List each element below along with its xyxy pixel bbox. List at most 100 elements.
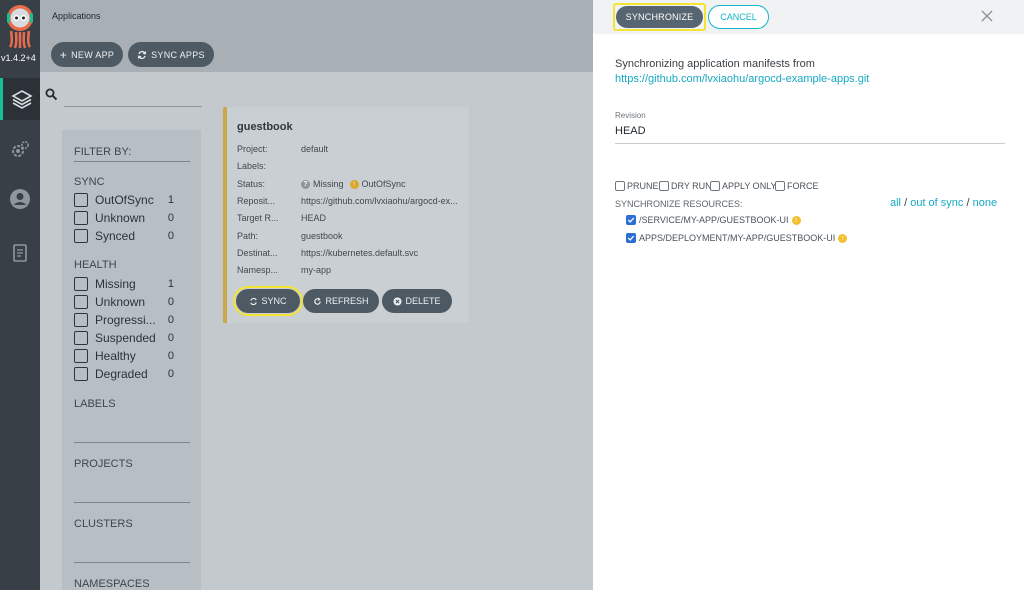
option-prune[interactable]: PRUNE (615, 181, 659, 191)
new-app-label: NEW APP (71, 49, 115, 60)
labels-filter-title: LABELS (74, 398, 116, 410)
option-label: DRY RUN (671, 181, 712, 191)
delete-icon (393, 296, 403, 306)
check-icon (627, 217, 635, 223)
checkbox[interactable] (74, 331, 88, 345)
nav-user[interactable] (0, 178, 40, 220)
missing-status-icon: ? (301, 179, 310, 189)
cancel-button[interactable]: CANCEL (708, 5, 769, 29)
row-value: guestbook (301, 231, 343, 241)
sync-label: SYNC (261, 296, 287, 306)
resource-deployment[interactable]: APPS/DEPLOYMENT/MY-APP/GUESTBOOK-UI ↑ (626, 233, 848, 243)
checkbox-checked[interactable] (626, 233, 636, 243)
row-value: ? Missing ↑ OutOfSync (301, 179, 471, 189)
select-none-link[interactable]: none (973, 197, 997, 209)
filter-label: Synced (95, 229, 136, 243)
filter-healthy[interactable]: Healthy 0 (74, 347, 174, 365)
checkbox[interactable] (74, 313, 88, 327)
row-key: Reposit... (237, 196, 276, 206)
checkbox[interactable] (74, 193, 88, 207)
checkbox[interactable] (74, 349, 88, 363)
projects-filter-input[interactable] (74, 502, 190, 503)
filter-unknown-sync[interactable]: Unknown 0 (74, 209, 174, 227)
filter-count: 0 (167, 368, 174, 380)
separator: / (966, 197, 970, 209)
option-dry-run[interactable]: DRY RUN (659, 181, 712, 191)
filter-heading: FILTER BY: (74, 146, 132, 158)
repo-url-link[interactable]: https://github.com/lvxiaohu/argocd-examp… (615, 73, 869, 85)
synchronize-button[interactable]: SYNCHRONIZE (616, 6, 703, 28)
resource-label: /SERVICE/MY-APP/GUESTBOOK-UI (639, 215, 789, 225)
delete-button[interactable]: DELETE (382, 289, 452, 313)
revision-underline (615, 143, 1005, 144)
select-all-link[interactable]: all (890, 197, 901, 209)
filter-label: Suspended (95, 331, 156, 345)
row-key: Namesp... (237, 265, 279, 275)
checkbox[interactable] (74, 211, 88, 225)
row-key: Status: (237, 179, 266, 189)
filter-count: 1 (167, 278, 174, 290)
row-value: https://kubernetes.default.svc (301, 248, 419, 258)
projects-filter-title: PROJECTS (74, 458, 133, 470)
filter-count: 0 (167, 350, 174, 362)
filter-label: Degraded (95, 367, 148, 381)
sync-button[interactable]: SYNC (233, 286, 303, 316)
select-out-of-sync-link[interactable]: out of sync (910, 197, 963, 209)
resource-selectors: all / out of sync / none (890, 197, 997, 209)
checkbox[interactable] (659, 181, 669, 191)
filter-unknown-health[interactable]: Unknown 0 (74, 293, 174, 311)
checkbox[interactable] (775, 181, 785, 191)
checkbox[interactable] (74, 277, 88, 291)
filter-label: Missing (95, 277, 136, 291)
resource-service[interactable]: /SERVICE/MY-APP/GUESTBOOK-UI ↑ (626, 215, 801, 225)
nav-applications[interactable] (0, 78, 40, 120)
applications-icon (10, 90, 33, 109)
checkbox[interactable] (74, 295, 88, 309)
filter-missing[interactable]: Missing 1 (74, 275, 174, 293)
filter-label: Healthy (95, 349, 136, 363)
revision-label: Revision (615, 111, 646, 120)
checkbox[interactable] (74, 367, 88, 381)
row-value: my-app (301, 265, 332, 275)
search-input[interactable] (64, 106, 202, 107)
labels-filter-input[interactable] (74, 442, 190, 443)
checkbox[interactable] (710, 181, 720, 191)
row-key: Labels: (237, 161, 267, 171)
sync-status: OutOfSync (361, 179, 406, 189)
nav-settings[interactable] (0, 129, 40, 171)
close-icon[interactable] (979, 8, 995, 24)
checkbox[interactable] (615, 181, 625, 191)
filter-count: 0 (167, 296, 174, 308)
filter-label: Progressi... (95, 313, 156, 327)
filter-outofsync[interactable]: OutOfSync 1 (74, 191, 174, 209)
new-app-button[interactable]: + NEW APP (51, 42, 123, 67)
out-of-sync-icon: ↑ (838, 233, 848, 243)
checkbox-checked[interactable] (626, 215, 636, 225)
settings-icon (12, 140, 30, 157)
refresh-button[interactable]: REFRESH (303, 289, 379, 313)
refresh-label: REFRESH (325, 296, 369, 306)
revision-input[interactable]: HEAD (615, 125, 646, 137)
row-key: Target R... (237, 213, 279, 223)
argo-logo[interactable] (4, 3, 36, 49)
delete-label: DELETE (405, 296, 441, 306)
filter-progressing[interactable]: Progressi... 0 (74, 311, 174, 329)
clusters-filter-input[interactable] (74, 562, 190, 563)
row-value: HEAD (301, 213, 327, 223)
plus-icon: + (59, 47, 68, 62)
option-force[interactable]: FORCE (775, 181, 819, 191)
resource-label: APPS/DEPLOYMENT/MY-APP/GUESTBOOK-UI (639, 233, 836, 243)
filter-suspended[interactable]: Suspended 0 (74, 329, 174, 347)
search-icon[interactable] (45, 88, 58, 101)
filter-degraded[interactable]: Degraded 0 (74, 365, 174, 383)
sync-apps-button[interactable]: SYNC APPS (128, 42, 214, 67)
row-key: Path: (237, 231, 259, 241)
option-apply-only[interactable]: APPLY ONLY (710, 181, 777, 191)
nav-docs[interactable] (0, 232, 40, 274)
filter-synced[interactable]: Synced 0 (74, 227, 174, 245)
option-label: APPLY ONLY (722, 181, 777, 191)
checkbox[interactable] (74, 229, 88, 243)
app-card-guestbook[interactable]: guestbook Project: default Labels: Statu… (223, 107, 469, 323)
filter-count: 0 (167, 230, 174, 242)
filter-label: Unknown (95, 295, 146, 309)
